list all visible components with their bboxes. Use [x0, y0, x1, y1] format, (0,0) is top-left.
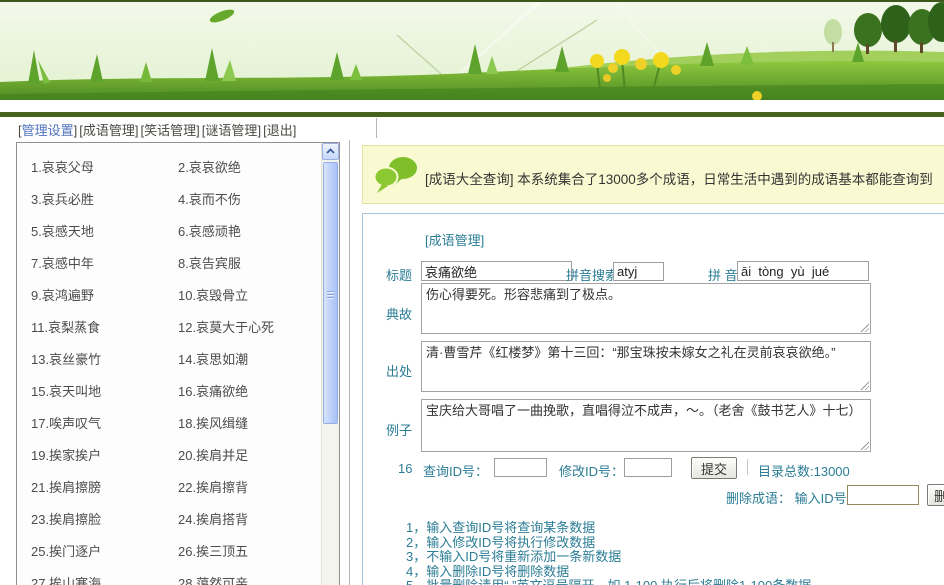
title-label: 标题: [386, 265, 412, 284]
list-item[interactable]: 10.哀毁骨立: [178, 285, 319, 317]
nav-item[interactable]: [谜语管理]: [202, 123, 261, 138]
instruction-line: 1，输入查询ID号将查询某条数据: [406, 521, 811, 536]
nav-item[interactable]: [退出]: [263, 123, 296, 138]
query-id-label: 查询ID号：: [423, 461, 488, 480]
panel-divider: [349, 140, 350, 585]
pinyin-search-label: 拼音搜索: [566, 265, 618, 284]
list-item[interactable]: 9.哀鸿遍野: [31, 285, 178, 317]
instruction-line: 4，输入删除ID号将删除数据: [406, 565, 811, 580]
list-item[interactable]: 27.挨山塞海: [31, 573, 178, 585]
list-item[interactable]: 15.哀天叫地: [31, 381, 178, 413]
list-item[interactable]: 11.哀梨蒸食: [31, 317, 178, 349]
list-item[interactable]: 26.挨三顶五: [178, 541, 319, 573]
list-item[interactable]: 16.哀痛欲绝: [178, 381, 319, 413]
list-item[interactable]: 23.挨肩擦脸: [31, 509, 178, 541]
nav-menu: [管理设置][成语管理][笑话管理][谜语管理][退出]: [18, 120, 298, 139]
instruction-line: 2，输入修改ID号将执行修改数据: [406, 536, 811, 551]
list-item[interactable]: 14.哀思如潮: [178, 349, 319, 381]
list-item[interactable]: 4.哀而不伤: [178, 189, 319, 221]
section-title: [成语管理]: [425, 230, 484, 249]
source-field-wrap: 清·曹雪芹《红楼梦》第十三回：“那宝珠按未嫁女之礼在灵前哀哀欲绝。”: [421, 341, 871, 392]
list-item[interactable]: 24.挨肩搭背: [178, 509, 319, 541]
instruction-line: 3，不输入ID号将重新添加一条新数据: [406, 550, 811, 565]
source-label: 出处: [386, 361, 412, 380]
story-label: 典故: [386, 304, 412, 323]
pinyin-label: 拼 音: [708, 265, 738, 284]
delete-button[interactable]: 删: [927, 484, 944, 506]
modify-id-label: 修改ID号：: [559, 461, 624, 480]
list-item[interactable]: 3.哀兵必胜: [31, 189, 178, 221]
list-item[interactable]: 28.蔼然可亲: [178, 573, 319, 585]
scrollbar-grip: [327, 291, 334, 299]
scrollbar-up-button[interactable]: [322, 143, 339, 160]
nav-divider: [376, 118, 377, 138]
list-item[interactable]: 22.挨肩擦背: [178, 477, 319, 509]
list-item[interactable]: 20.挨肩并足: [178, 445, 319, 477]
idiom-list: 1.哀哀父母2.哀哀欲绝3.哀兵必胜4.哀而不伤5.哀感天地6.哀感顽艳7.哀感…: [31, 157, 319, 585]
list-item[interactable]: 25.挨门逐户: [31, 541, 178, 573]
list-item[interactable]: 2.哀哀欲绝: [178, 157, 319, 189]
title-input[interactable]: [421, 261, 572, 281]
page: [管理设置][成语管理][笑话管理][谜语管理][退出] 1.哀哀父母2.哀哀欲…: [0, 0, 944, 585]
example-label: 例子: [386, 420, 412, 439]
total-count: 目录总数:13000: [758, 461, 850, 480]
list-item[interactable]: 18.挨风缉缝: [178, 413, 319, 445]
list-item[interactable]: 7.哀感中年: [31, 253, 178, 285]
pinyin-input[interactable]: [737, 261, 869, 281]
info-text: [成语大全查询] 本系统集合了13000多个成语，日常生活中遇到的成语基本都能查…: [425, 168, 933, 188]
query-id-input[interactable]: [494, 458, 547, 477]
list-item[interactable]: 21.挨肩擦膀: [31, 477, 178, 509]
nav-item[interactable]: [笑话管理]: [141, 123, 200, 138]
submit-button[interactable]: 提交: [691, 457, 737, 479]
source-textarea[interactable]: 清·曹雪芹《红楼梦》第十三回：“那宝珠按未嫁女之礼在灵前哀哀欲绝。”: [421, 341, 871, 392]
pinyin-search-input[interactable]: [613, 262, 664, 281]
list-item[interactable]: 6.哀感顽艳: [178, 221, 319, 253]
story-textarea[interactable]: 伤心得要死。形容悲痛到了极点。: [421, 283, 871, 334]
list-item[interactable]: 17.唉声叹气: [31, 413, 178, 445]
chevron-up-icon: [326, 148, 335, 155]
example-textarea[interactable]: 宝庆给大哥唱了一曲挽歌，直唱得泣不成声，～。（老舍《鼓书艺人》十七）: [421, 399, 871, 452]
list-item[interactable]: 5.哀感天地: [31, 221, 178, 253]
chat-bubbles-icon: [373, 155, 419, 195]
story-field-wrap: 伤心得要死。形容悲痛到了极点。: [421, 283, 871, 334]
delete-id-input[interactable]: [847, 485, 919, 505]
record-id: 16: [398, 461, 412, 476]
list-item[interactable]: 1.哀哀父母: [31, 157, 178, 189]
scrollbar-thumb[interactable]: [323, 162, 338, 424]
idiom-listbox: 1.哀哀父母2.哀哀欲绝3.哀兵必胜4.哀而不伤5.哀感天地6.哀感顽艳7.哀感…: [16, 142, 340, 585]
example-field-wrap: 宝庆给大哥唱了一曲挽歌，直唱得泣不成声，～。（老舍《鼓书艺人》十七）: [421, 399, 871, 452]
info-box: [成语大全查询] 本系统集合了13000多个成语，日常生活中遇到的成语基本都能查…: [362, 145, 944, 204]
scrollbar[interactable]: [321, 143, 339, 585]
header-separator-bar: [0, 112, 944, 117]
idiom-form: [成语管理] 标题 拼音搜索 拼 音 典故 伤心得要死。形容悲痛到了极点。 出处…: [362, 213, 944, 585]
instructions: 1，输入查询ID号将查询某条数据2，输入修改ID号将执行修改数据3，不输入ID号…: [406, 521, 811, 585]
delete-label: 删除成语： 输入ID号: [726, 488, 847, 507]
divider: [747, 459, 748, 475]
banner-image: [0, 2, 944, 100]
nav-item[interactable]: [管理设置]: [18, 123, 77, 138]
list-item[interactable]: 8.哀告宾服: [178, 253, 319, 285]
list-item[interactable]: 12.哀莫大于心死: [178, 317, 319, 349]
list-item[interactable]: 13.哀丝豪竹: [31, 349, 178, 381]
instruction-line: 5，批量删除请用“,”英文逗号隔开，如 1-100 执行后将删除1-100条数据: [406, 579, 811, 585]
modify-id-input[interactable]: [624, 458, 672, 477]
list-item[interactable]: 19.挨家挨户: [31, 445, 178, 477]
nav-item[interactable]: [成语管理]: [79, 123, 138, 138]
